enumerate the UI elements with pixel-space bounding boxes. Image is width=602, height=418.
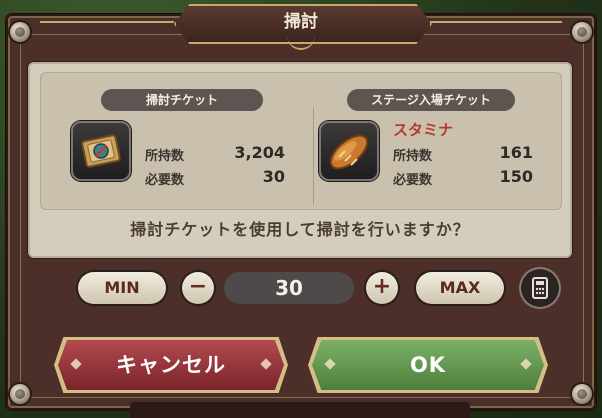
corner-bolt-icon xyxy=(572,384,592,404)
sweep-owned-value: 3,204 xyxy=(234,143,285,162)
ok-button[interactable]: OK xyxy=(312,340,544,390)
title-ornament-right xyxy=(428,21,562,23)
sweep-required-value: 30 xyxy=(262,167,285,186)
stamina-bread-icon xyxy=(319,121,379,181)
calculator-icon xyxy=(532,277,548,299)
decrease-button[interactable]: − xyxy=(182,272,214,304)
ticket-divider xyxy=(313,107,314,205)
dialog-title: 掃討 xyxy=(284,12,318,32)
corner-bolt-icon xyxy=(10,384,30,404)
corner-bolt-icon xyxy=(572,22,592,42)
sweep-required-label: 必要数 xyxy=(145,173,185,188)
stamina-name: スタミナ xyxy=(393,121,454,139)
sweep-owned-label: 所持数 xyxy=(145,149,185,164)
stage-required-label: 必要数 xyxy=(393,173,433,188)
corner-bolt-icon xyxy=(10,22,30,42)
bottom-bar xyxy=(130,402,470,418)
title-ornament-left xyxy=(40,21,174,23)
stage-owned-value: 161 xyxy=(499,143,533,162)
sweep-ticket-icon xyxy=(71,121,131,181)
cancel-button[interactable]: キャンセル xyxy=(58,340,284,390)
quantity-field[interactable]: 30 xyxy=(224,272,354,304)
max-button[interactable]: MAX xyxy=(416,272,504,304)
sweep-ticket-header: 掃討チケット xyxy=(101,89,263,111)
calculator-button[interactable] xyxy=(521,269,559,307)
increase-button[interactable]: + xyxy=(366,272,398,304)
confirm-question: 掃討チケットを使用して掃討を行いますか？ xyxy=(130,220,470,239)
ticket-info-box: 掃討チケット 所持数 3,204 必要数 30 ステージ入場チケット スタミナ … xyxy=(40,72,562,210)
stage-ticket-header: ステージ入場チケット xyxy=(347,89,515,111)
stage-owned-label: 所持数 xyxy=(393,149,433,164)
min-button[interactable]: MIN xyxy=(78,272,166,304)
stage-required-value: 150 xyxy=(499,167,533,186)
